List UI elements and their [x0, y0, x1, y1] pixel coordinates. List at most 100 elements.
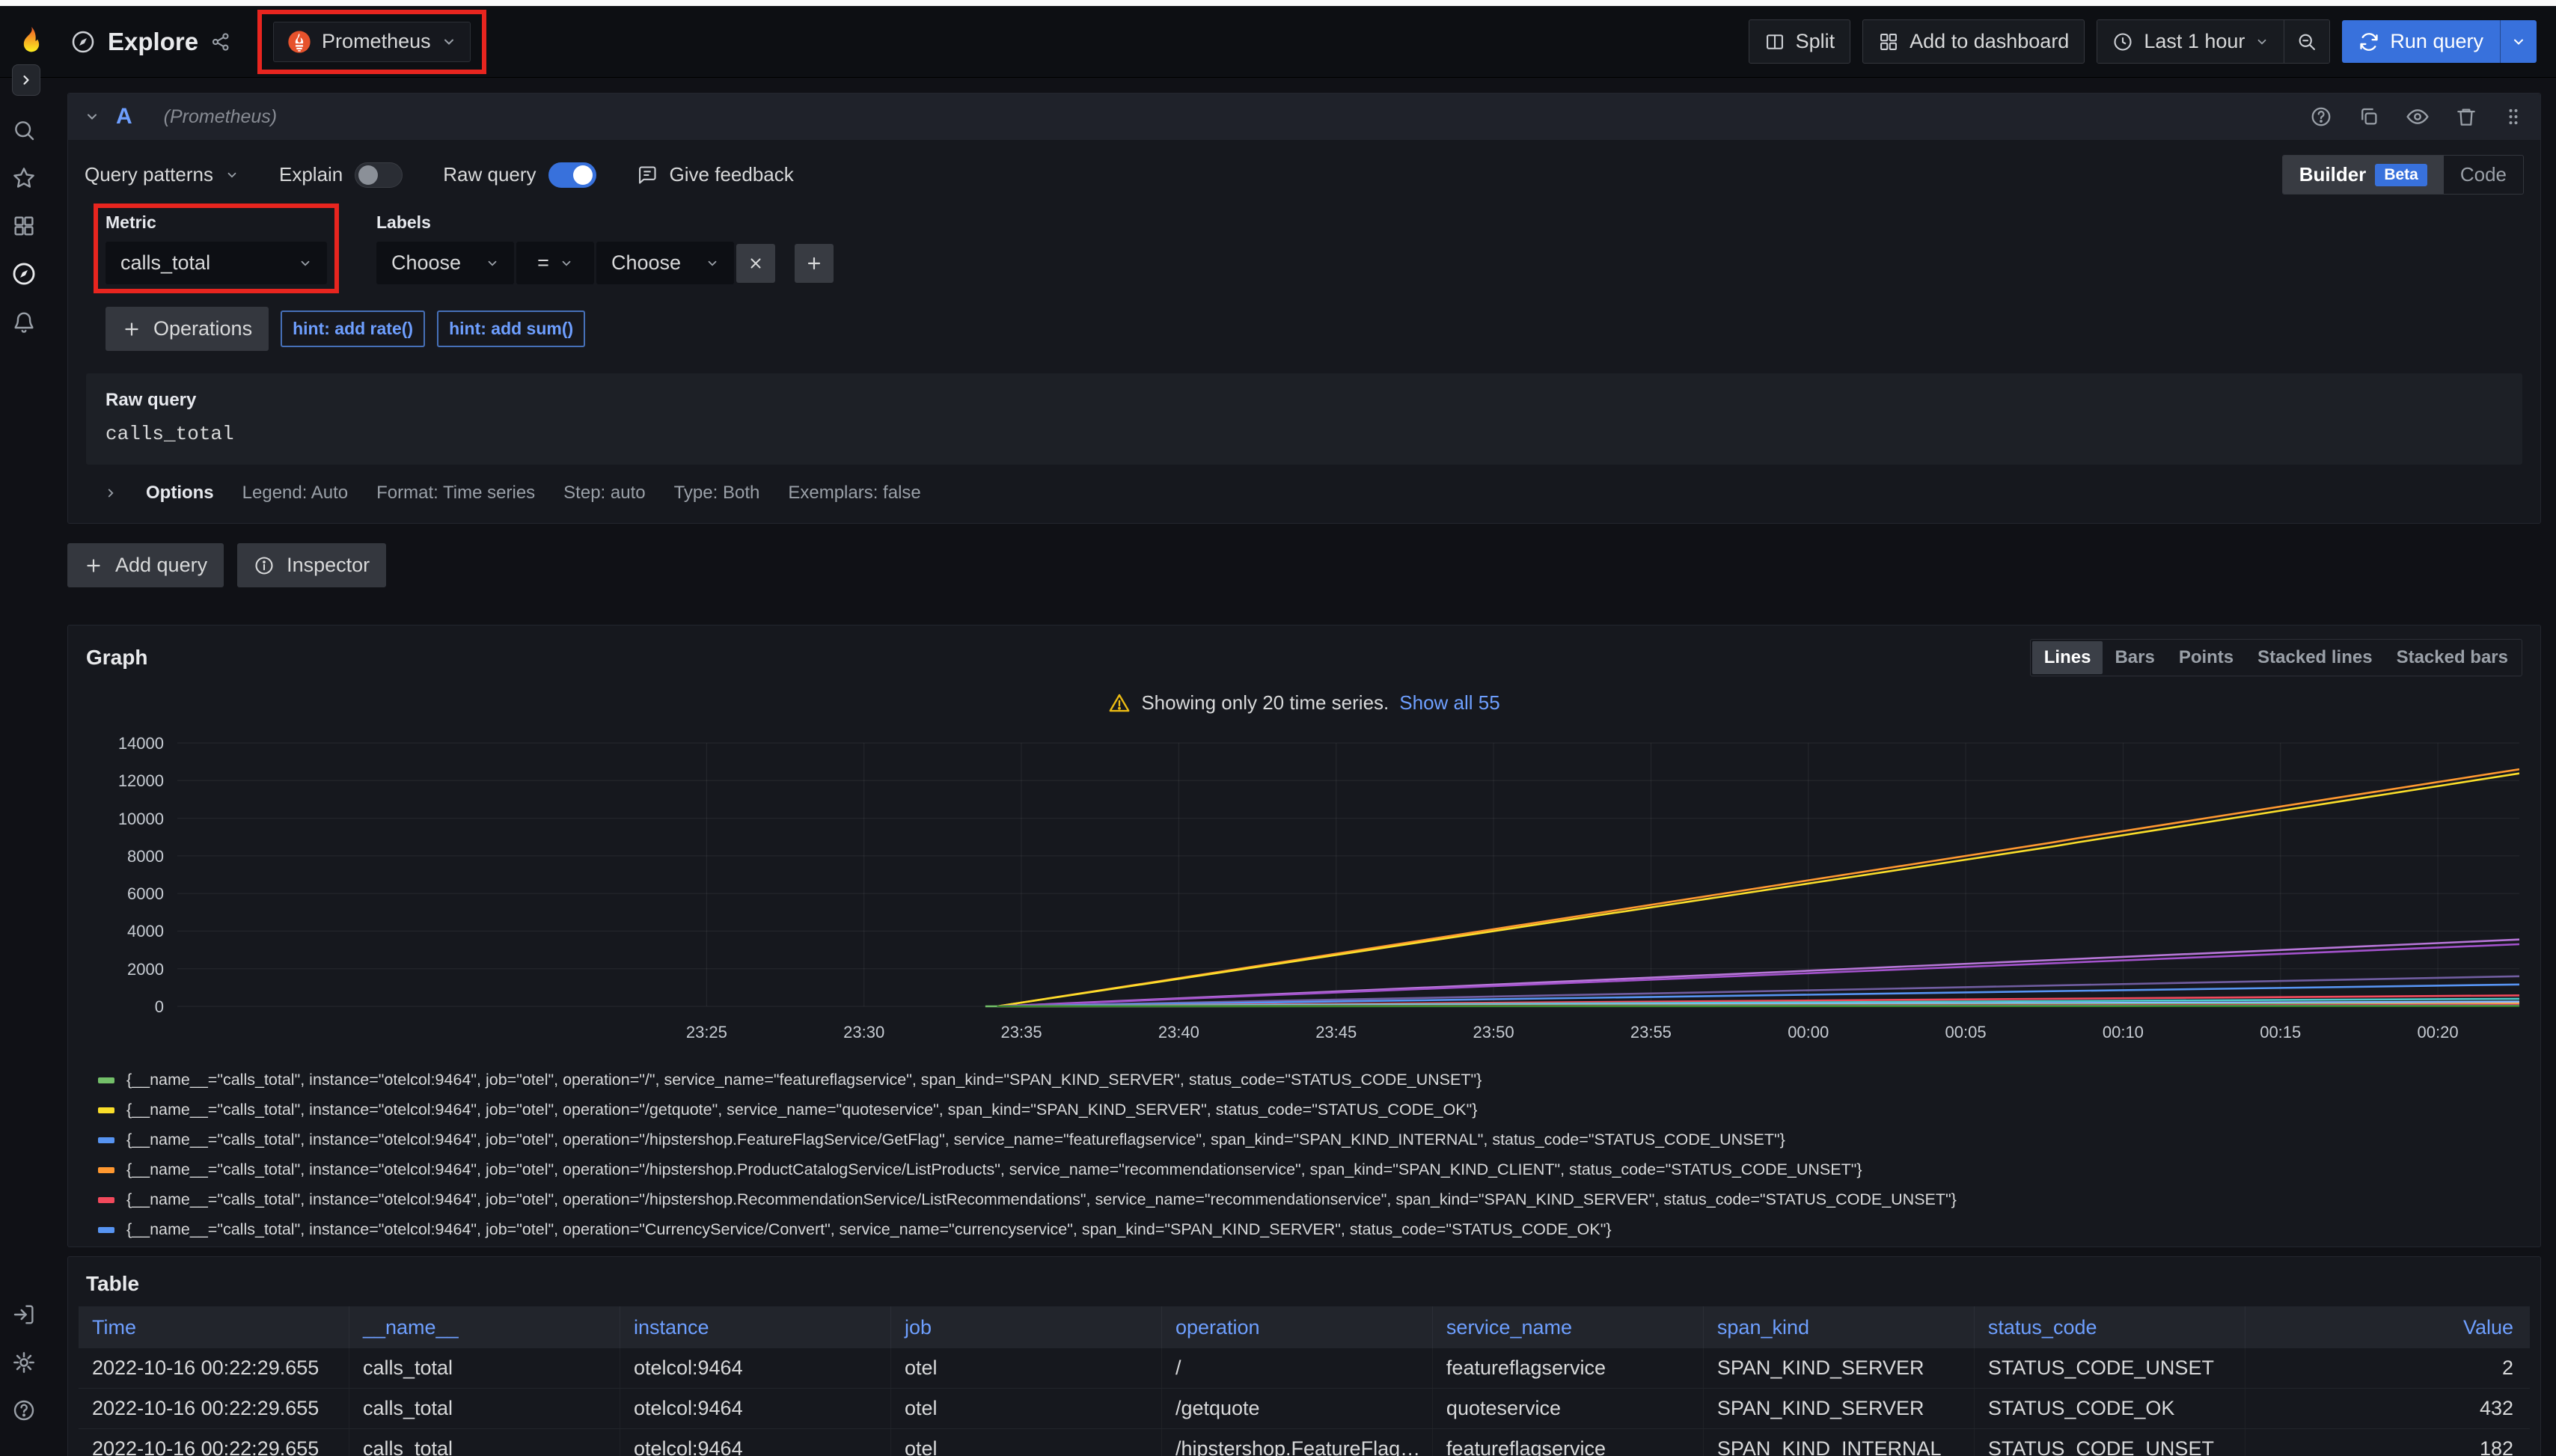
- settings-gear-icon[interactable]: [0, 1339, 48, 1386]
- column-header-spankind[interactable]: span_kind: [1704, 1306, 1975, 1348]
- query-row-header[interactable]: A (Prometheus): [68, 94, 2540, 140]
- query-hint-button[interactable]: hint: add rate(): [281, 311, 425, 347]
- add-to-dashboard-button[interactable]: Add to dashboard: [1862, 19, 2085, 64]
- dashboards-icon[interactable]: [0, 202, 48, 250]
- query-editor-panel: A (Prometheus): [67, 93, 2541, 524]
- run-query-caret[interactable]: [2500, 20, 2537, 63]
- show-all-series-link[interactable]: Show all 55: [1399, 691, 1499, 715]
- warning-text: Showing only 20 time series.: [1141, 691, 1389, 715]
- query-help-icon[interactable]: [2310, 105, 2332, 128]
- graph-mode-bars[interactable]: Bars: [2103, 641, 2166, 674]
- table-cell: otelcol:9464: [620, 1429, 891, 1456]
- label-key-select[interactable]: Choose: [376, 242, 514, 284]
- x-axis-tick-label: 23:35: [1001, 1023, 1042, 1042]
- inspector-button[interactable]: Inspector: [237, 543, 386, 587]
- column-header-value[interactable]: Value: [2245, 1306, 2530, 1348]
- column-header-name[interactable]: __name__: [349, 1306, 620, 1348]
- x-axis-tick-label: 23:55: [1630, 1023, 1672, 1042]
- builder-tab[interactable]: Builder Beta: [2283, 156, 2444, 194]
- y-axis-tick-label: 4000: [127, 922, 164, 941]
- hide-query-eye-icon[interactable]: [2406, 105, 2430, 129]
- metric-value: calls_total: [120, 251, 210, 275]
- time-range-picker[interactable]: Last 1 hour: [2097, 20, 2284, 63]
- chart-legend: {__name__="calls_total", instance="otelc…: [98, 1071, 2522, 1239]
- grafana-logo[interactable]: [7, 25, 55, 59]
- labels-label: Labels: [376, 212, 834, 233]
- graph-mode-stacked-bars[interactable]: Stacked bars: [2385, 641, 2520, 674]
- plus-icon: [84, 556, 103, 575]
- add-label-filter-button[interactable]: [795, 244, 834, 283]
- split-button[interactable]: Split: [1749, 19, 1851, 64]
- graph-mode-points[interactable]: Points: [2167, 641, 2245, 674]
- table-row: 2022-10-16 00:22:29.655calls_totalotelco…: [79, 1388, 2530, 1428]
- graph-mode-stacked-lines[interactable]: Stacked lines: [2245, 641, 2384, 674]
- legend-color-swatch: [98, 1227, 114, 1233]
- query-option-summary: Step: auto: [563, 483, 645, 504]
- help-icon[interactable]: [0, 1386, 48, 1434]
- alerting-bell-icon[interactable]: [0, 298, 48, 346]
- chart-plot-area[interactable]: 23:2523:3023:3523:4023:4523:5023:5500:00…: [177, 737, 2519, 1012]
- column-header-operation[interactable]: operation: [1162, 1306, 1433, 1348]
- give-feedback-label: Give feedback: [670, 163, 794, 186]
- legend-item[interactable]: {__name__="calls_total", instance="otelc…: [98, 1071, 2522, 1089]
- star-icon[interactable]: [0, 154, 48, 202]
- query-patterns-dropdown[interactable]: Query patterns: [85, 163, 239, 186]
- legend-item[interactable]: {__name__="calls_total", instance="otelc…: [98, 1190, 2522, 1209]
- run-query-button[interactable]: Run query: [2342, 20, 2537, 63]
- label-value-select[interactable]: Choose: [596, 242, 734, 284]
- label-operator-select[interactable]: =: [516, 242, 594, 284]
- graph-mode-lines[interactable]: Lines: [2032, 641, 2103, 674]
- warning-triangle-icon: [1108, 692, 1131, 715]
- metric-select[interactable]: calls_total: [106, 242, 327, 284]
- duplicate-query-icon[interactable]: [2358, 105, 2380, 128]
- x-axis-tick-label: 23:25: [686, 1023, 727, 1042]
- query-options-row[interactable]: Options Legend: AutoFormat: Time seriesS…: [68, 465, 2540, 523]
- delete-query-trash-icon[interactable]: [2455, 105, 2477, 128]
- x-axis-tick-label: 00:05: [1945, 1023, 1987, 1042]
- give-feedback-link[interactable]: Give feedback: [637, 163, 794, 186]
- explore-nav-icon[interactable]: [0, 250, 48, 298]
- table-cell: SPAN_KIND_SERVER: [1704, 1348, 1975, 1388]
- datasource-picker[interactable]: Prometheus: [273, 22, 471, 62]
- sidebar-expand-button[interactable]: [12, 64, 40, 96]
- legend-item[interactable]: {__name__="calls_total", instance="otelc…: [98, 1101, 2522, 1119]
- column-header-instance[interactable]: instance: [620, 1306, 891, 1348]
- add-query-button[interactable]: Add query: [67, 543, 224, 587]
- legend-item[interactable]: {__name__="calls_total", instance="otelc…: [98, 1160, 2522, 1179]
- share-icon[interactable]: [210, 31, 231, 52]
- code-tab[interactable]: Code: [2444, 156, 2523, 194]
- collapse-chevron-icon[interactable]: [85, 109, 100, 124]
- legend-item[interactable]: {__name__="calls_total", instance="otelc…: [98, 1220, 2522, 1239]
- query-toolbar: Query patterns Explain Raw query: [68, 140, 2540, 199]
- column-header-statuscode[interactable]: status_code: [1975, 1306, 2245, 1348]
- column-header-servicename[interactable]: service_name: [1433, 1306, 1704, 1348]
- column-header-time[interactable]: Time: [79, 1306, 349, 1348]
- remove-label-filter-button[interactable]: [736, 244, 775, 283]
- raw-query-toggle-group: Raw query: [443, 162, 596, 188]
- table-cell: 2022-10-16 00:22:29.655: [79, 1389, 349, 1428]
- column-header-job[interactable]: job: [891, 1306, 1162, 1348]
- legend-label: {__name__="calls_total", instance="otelc…: [126, 1131, 1785, 1149]
- table-panel-title: Table: [68, 1257, 2540, 1306]
- legend-color-swatch: [98, 1107, 114, 1113]
- search-icon[interactable]: [0, 106, 48, 154]
- chevron-down-icon: [2255, 35, 2269, 49]
- query-option-summary: Legend: Auto: [242, 483, 348, 504]
- query-hint-button[interactable]: hint: add sum(): [437, 311, 585, 347]
- prometheus-icon: [287, 30, 311, 54]
- operations-button[interactable]: Operations: [106, 307, 269, 351]
- zoom-out-time-button[interactable]: [2284, 20, 2329, 63]
- options-summary: Legend: AutoFormat: Time seriesStep: aut…: [242, 483, 921, 504]
- drag-handle-icon[interactable]: [2503, 106, 2524, 127]
- sign-in-icon[interactable]: [0, 1291, 48, 1339]
- raw-query-toggle[interactable]: [548, 162, 596, 188]
- table-cell: otel: [891, 1389, 1162, 1428]
- y-axis-tick-label: 12000: [118, 771, 164, 791]
- query-datasource-hint: (Prometheus): [164, 106, 277, 128]
- explain-toggle[interactable]: [355, 162, 403, 188]
- table-cell: STATUS_CODE_OK: [1975, 1389, 2245, 1428]
- table-cell: calls_total: [349, 1389, 620, 1428]
- legend-item[interactable]: {__name__="calls_total", instance="otelc…: [98, 1131, 2522, 1149]
- raw-query-toggle-label: Raw query: [443, 163, 536, 186]
- raw-query-text: calls_total: [106, 423, 2503, 445]
